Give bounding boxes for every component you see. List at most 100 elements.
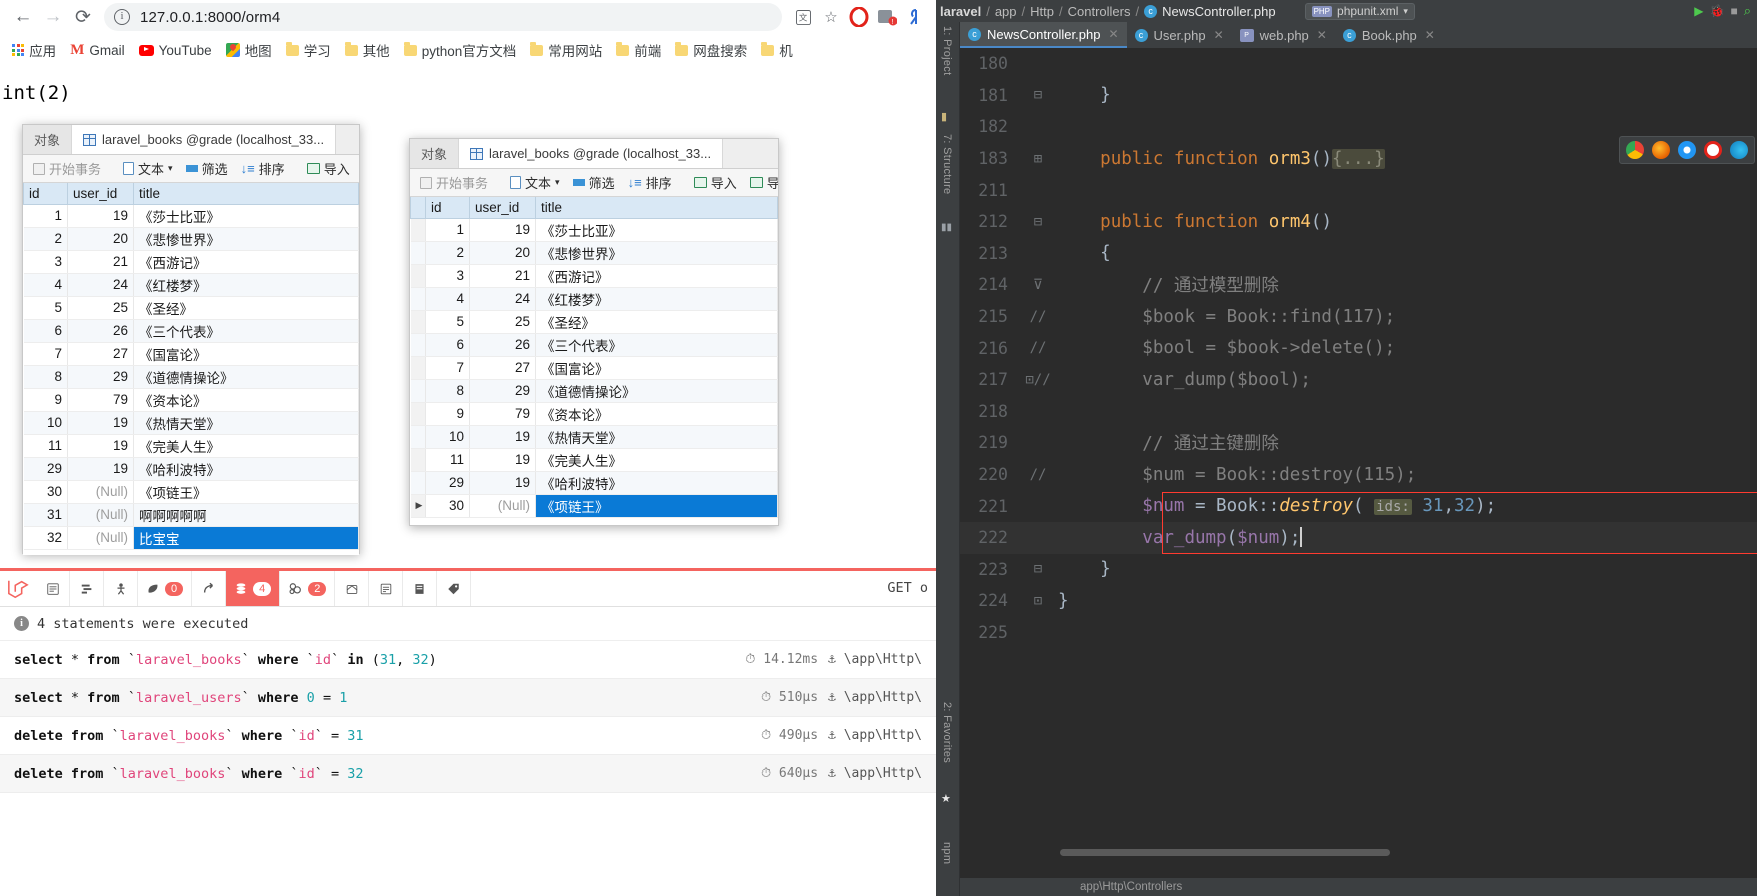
chevron-down-icon[interactable]: ▾ <box>168 163 173 174</box>
table-row[interactable]: 4 24 《红楼梦》 <box>410 287 778 311</box>
cell-id[interactable]: 1 <box>425 218 470 242</box>
cell-user-id[interactable]: (Null) <box>67 480 134 504</box>
row-selector-cell[interactable] <box>410 356 426 380</box>
table-row[interactable]: 3 21 《西游记》 <box>23 250 359 274</box>
editor-tab-newscontroller[interactable]: c NewsController.php ✕ <box>960 22 1127 48</box>
cell-title[interactable]: 啊啊啊啊啊 <box>133 503 359 527</box>
export-button[interactable] <box>358 161 359 176</box>
bookmark-folder-other[interactable]: 其他 <box>339 37 396 63</box>
cell-title[interactable]: 《国富论》 <box>535 356 778 380</box>
navicat-tab-table[interactable]: laravel_books @grade (localhost_33... <box>72 125 337 154</box>
bookmark-gmail[interactable]: M Gmail <box>64 39 130 62</box>
cell-id[interactable]: 1 <box>23 204 68 228</box>
cell-title[interactable]: 《道德情操论》 <box>535 379 778 403</box>
cell-title[interactable]: 《完美人生》 <box>535 448 778 472</box>
cell-id[interactable]: 30 <box>23 480 68 504</box>
navicat-tab-objects[interactable]: 对象 <box>410 139 460 168</box>
cell-title[interactable]: 《西游记》 <box>535 264 778 288</box>
debugbar-tab-exceptions[interactable] <box>104 571 138 606</box>
cell-id[interactable]: 9 <box>425 402 470 426</box>
cell-user-id[interactable]: 79 <box>67 388 134 412</box>
extension-icon[interactable]: ! <box>874 4 900 30</box>
table-row[interactable]: 3 21 《西游记》 <box>410 264 778 288</box>
bookmark-folder-common-sites[interactable]: 常用网站 <box>524 37 608 63</box>
filter-button[interactable]: 筛选 <box>568 171 620 194</box>
breadcrumb-file[interactable]: NewsController.php <box>1162 4 1275 19</box>
gutter-marker[interactable]: ⊡ <box>1018 593 1058 609</box>
cell-id[interactable]: 5 <box>23 296 68 320</box>
cell-title[interactable]: 《红楼梦》 <box>535 287 778 311</box>
bookmark-maps[interactable]: 地图 <box>220 37 278 63</box>
cell-id[interactable]: 6 <box>23 319 68 343</box>
cell-title[interactable]: 《红楼梦》 <box>133 273 359 297</box>
sort-button[interactable]: ↓≡ 排序 <box>623 171 677 194</box>
table-row[interactable]: 8 29 《道德情操论》 <box>23 365 359 389</box>
opera-icon[interactable] <box>846 4 872 30</box>
text-button[interactable]: 文本 ▾ <box>118 157 178 180</box>
row-selector-cell[interactable] <box>410 471 426 495</box>
code-line[interactable]: 220 // $num = Book::destroy(115); <box>960 459 1757 491</box>
editor-tab-user[interactable]: c User.php ✕ <box>1127 22 1232 48</box>
address-bar[interactable]: i 127.0.0.1:8000/orm4 <box>104 3 782 31</box>
cell-user-id[interactable]: (Null) <box>67 526 134 550</box>
cell-user-id[interactable]: 19 <box>469 448 536 472</box>
cell-id[interactable]: 7 <box>23 342 68 366</box>
bookmark-folder-pythondocs[interactable]: python官方文档 <box>398 37 523 63</box>
cell-title[interactable]: 比宝宝 <box>133 526 359 550</box>
cell-user-id[interactable]: (Null) <box>469 494 536 518</box>
run-configuration-selector[interactable]: PHP phpunit.xml ▾ <box>1304 2 1415 20</box>
cell-id[interactable]: 11 <box>425 448 470 472</box>
cell-title[interactable]: 《资本论》 <box>535 402 778 426</box>
table-row[interactable]: 4 24 《红楼梦》 <box>23 273 359 297</box>
table-row[interactable]: 6 26 《三个代表》 <box>23 319 359 343</box>
cell-title[interactable]: 《国富论》 <box>133 342 359 366</box>
table-row[interactable]: 6 26 《三个代表》 <box>410 333 778 357</box>
cell-id[interactable]: 29 <box>23 457 68 481</box>
begin-transaction-button[interactable]: 开始事务 <box>415 171 493 194</box>
row-selector-cell[interactable] <box>410 310 426 334</box>
code-line[interactable]: 180 <box>960 48 1757 80</box>
table-row[interactable]: 10 19 《热情天堂》 <box>23 411 359 435</box>
filter-button[interactable]: 筛选 <box>181 157 233 180</box>
cell-user-id[interactable]: 19 <box>67 411 134 435</box>
bookmark-star-icon[interactable]: ☆ <box>818 4 844 30</box>
table-row[interactable]: 7 27 《国富论》 <box>410 356 778 380</box>
cell-id[interactable]: 2 <box>23 227 68 251</box>
gutter-marker[interactable]: ⊡// <box>1018 372 1058 388</box>
debugbar-tab-timeline[interactable] <box>70 571 104 606</box>
editor-tab-book[interactable]: c Book.php ✕ <box>1335 22 1443 48</box>
cell-user-id[interactable]: 20 <box>469 241 536 265</box>
cell-title[interactable]: 《西游记》 <box>133 250 359 274</box>
cell-id[interactable]: 10 <box>425 425 470 449</box>
gutter-marker[interactable]: ⊟ <box>1018 561 1058 577</box>
cell-id[interactable]: 8 <box>23 365 68 389</box>
code-editor[interactable]: 180 181 ⊟ } 182 183 ⊞ public function orm3(){… <box>960 48 1757 878</box>
column-header-title[interactable]: title <box>535 197 778 219</box>
sort-button[interactable]: ↓≡ 排序 <box>236 157 290 180</box>
bookmark-folder-ji[interactable]: 机 <box>755 37 799 63</box>
cell-user-id[interactable]: 24 <box>469 287 536 311</box>
safari-icon[interactable] <box>1678 141 1696 159</box>
tool-window-structure[interactable]: 7: Structure <box>941 134 953 194</box>
table-row[interactable]: 11 19 《完美人生》 <box>410 448 778 472</box>
forward-button[interactable]: → <box>38 2 68 32</box>
cell-id[interactable]: 6 <box>425 333 470 357</box>
row-selector-cell[interactable] <box>410 333 426 357</box>
row-selector-cell[interactable] <box>410 402 426 426</box>
bookmark-youtube[interactable]: YouTube <box>133 40 218 61</box>
cell-title[interactable]: 《悲惨世界》 <box>133 227 359 251</box>
gutter-marker[interactable]: // <box>1018 309 1058 325</box>
row-selector-cell[interactable] <box>410 448 426 472</box>
close-icon[interactable]: ✕ <box>1214 28 1224 42</box>
cell-title[interactable]: 《哈利波特》 <box>133 457 359 481</box>
code-line[interactable]: 216 // $bool = $book->delete(); <box>960 332 1757 364</box>
table-row[interactable]: 2 20 《悲惨世界》 <box>23 227 359 251</box>
back-button[interactable]: ← <box>8 2 38 32</box>
cell-user-id[interactable]: 27 <box>469 356 536 380</box>
breadcrumb-app[interactable]: app <box>995 4 1017 19</box>
cell-title[interactable]: 《完美人生》 <box>133 434 359 458</box>
reload-button[interactable]: ⟳ <box>68 2 98 32</box>
code-line[interactable]: 181 ⊟ } <box>960 80 1757 112</box>
debugbar-tab-views[interactable]: 0 <box>138 571 193 606</box>
opera-icon[interactable] <box>1704 141 1722 159</box>
